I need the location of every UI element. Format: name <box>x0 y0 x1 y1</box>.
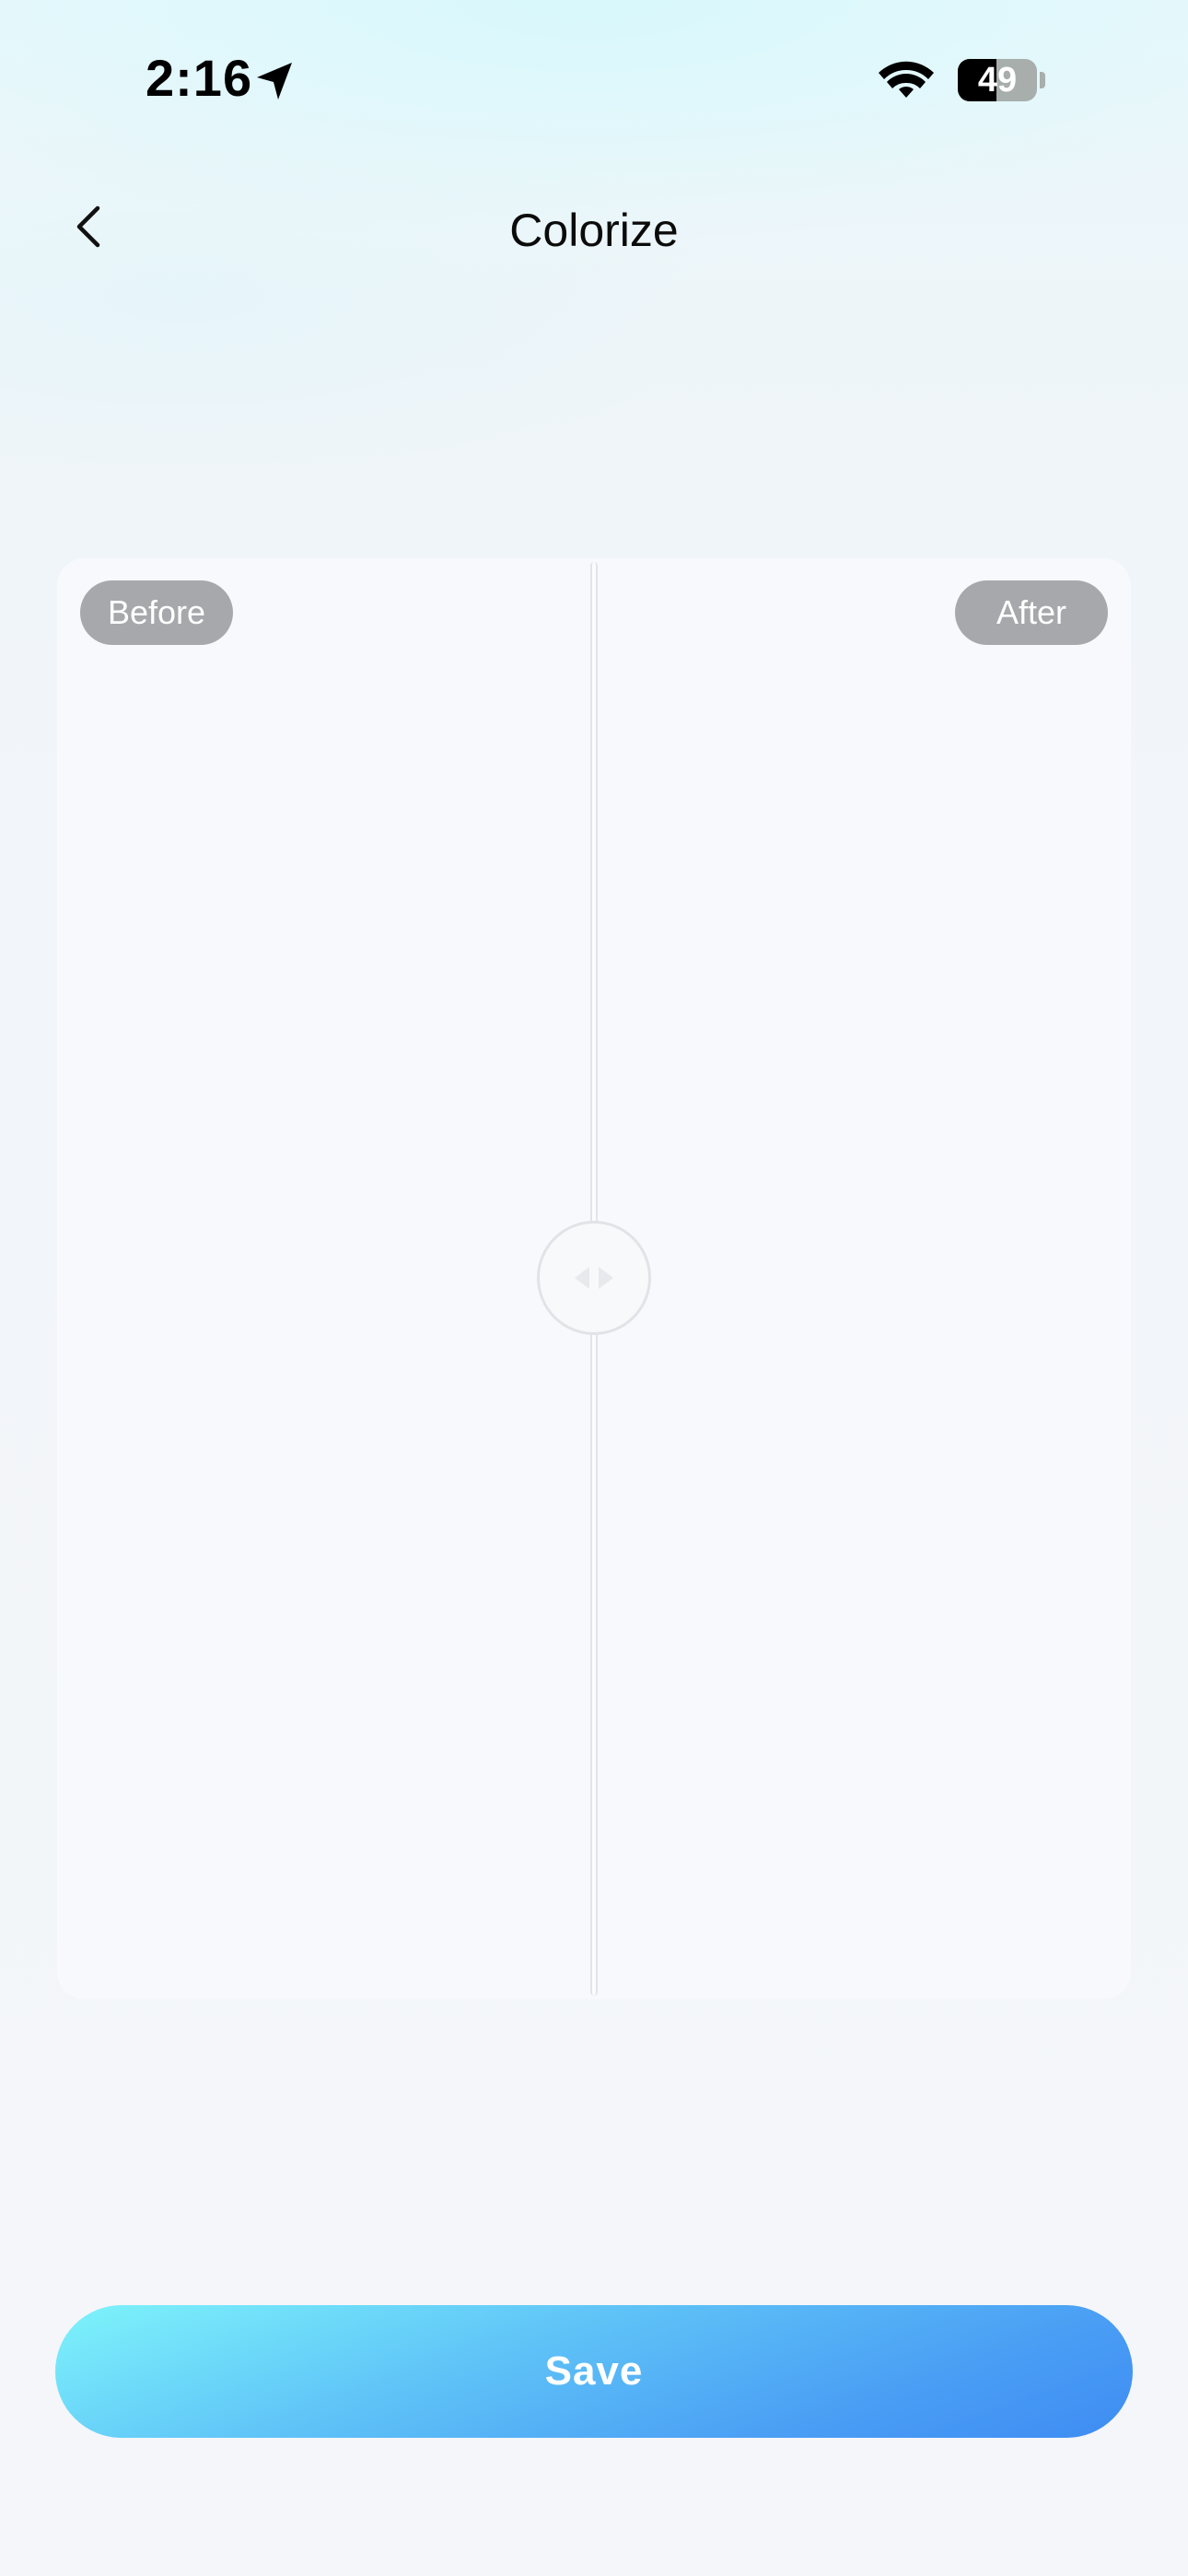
chevron-left-icon <box>76 205 100 248</box>
battery-percent: 49 <box>977 61 1018 100</box>
comparison-slider-handle[interactable] <box>537 1221 651 1335</box>
battery-cap <box>1040 72 1045 88</box>
after-label: After <box>955 580 1108 645</box>
wifi-icon <box>877 57 936 101</box>
status-time: 2:16 <box>146 49 253 107</box>
before-after-comparison[interactable]: Before After <box>57 558 1131 1999</box>
back-button[interactable] <box>55 193 122 260</box>
split-arrows-icon <box>575 1267 613 1289</box>
status-bar: 2:16 49 <box>0 0 1188 157</box>
page-title: Colorize <box>509 205 679 256</box>
battery-indicator: 49 <box>958 59 1037 101</box>
location-arrow-icon <box>253 59 297 103</box>
save-button[interactable]: Save <box>55 2305 1133 2438</box>
before-label: Before <box>80 580 233 645</box>
